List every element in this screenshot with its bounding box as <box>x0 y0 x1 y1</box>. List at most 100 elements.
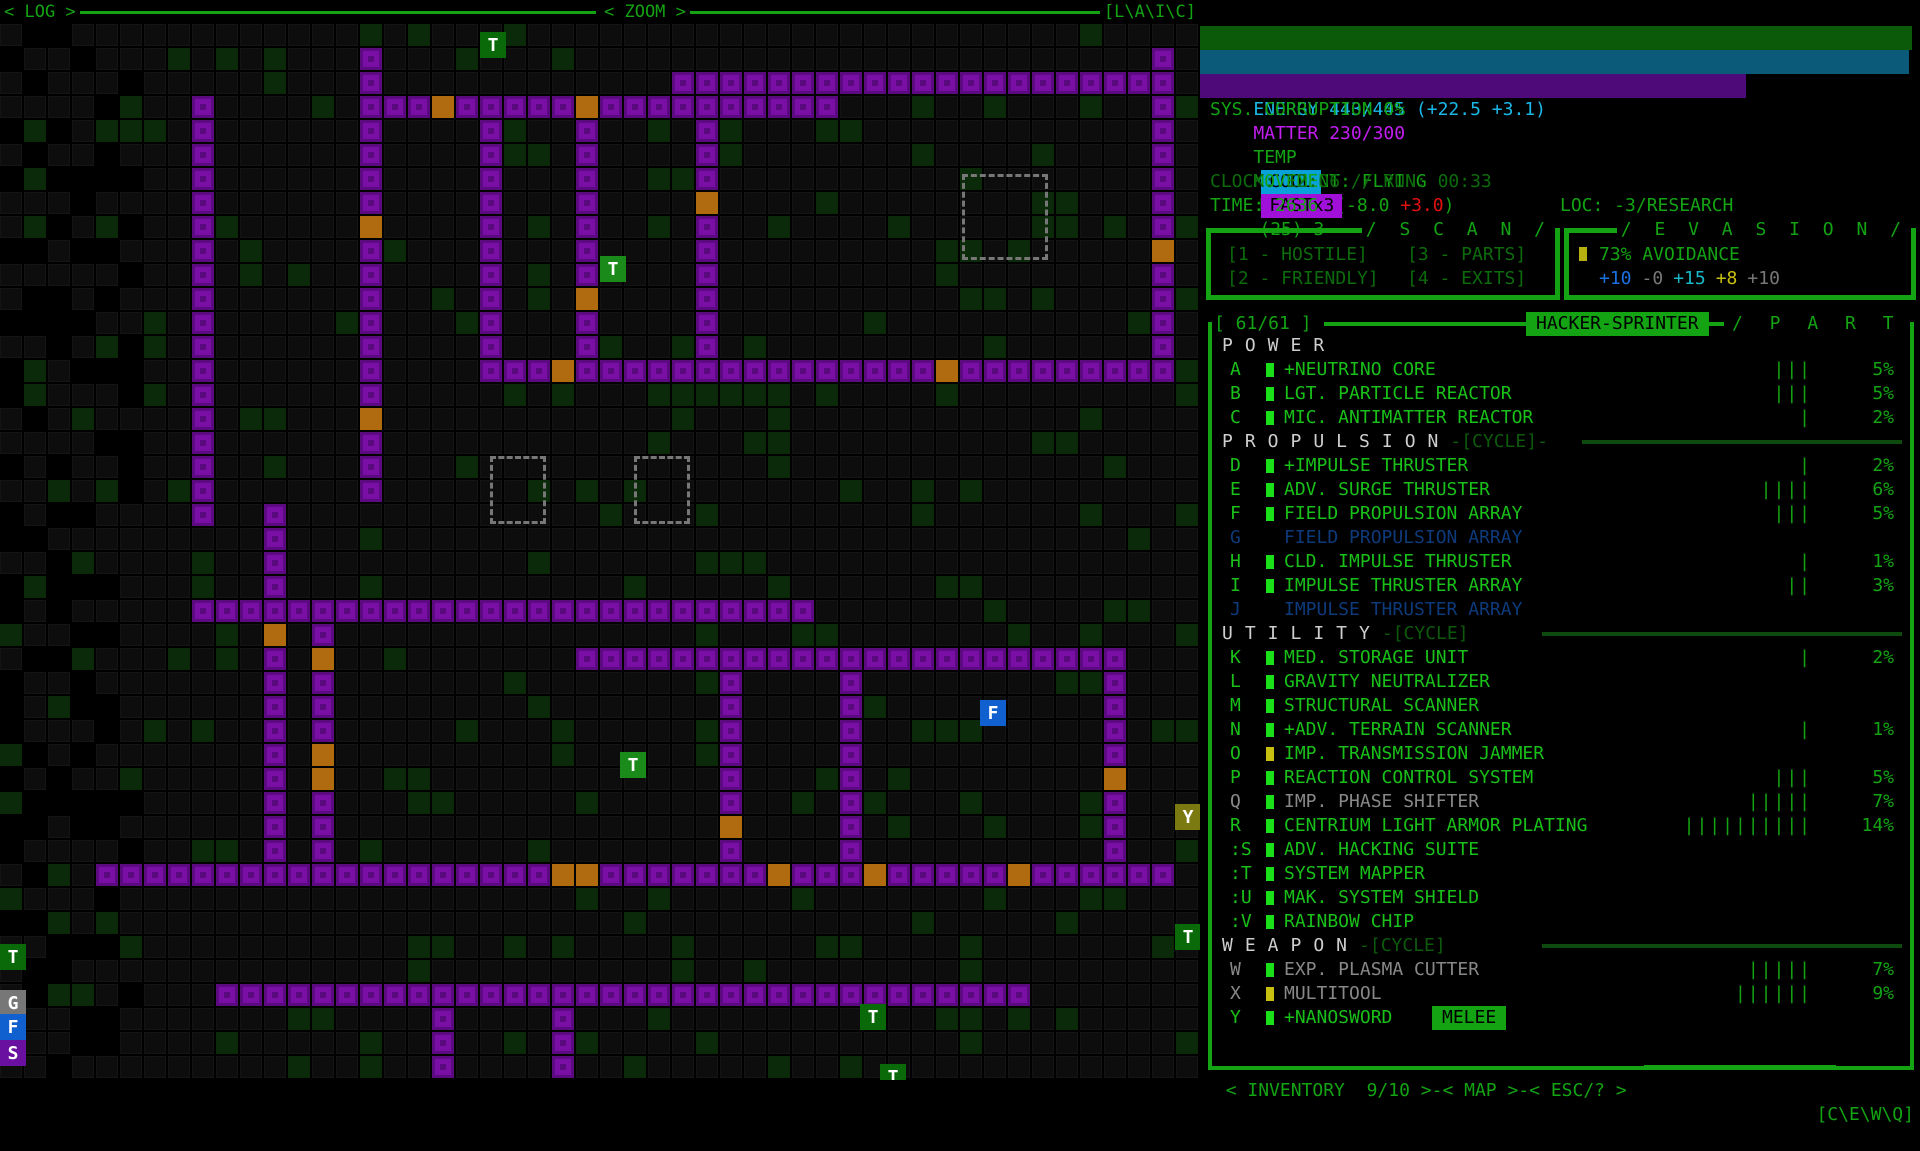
part-row[interactable]: C MIC. ANTIMATTER REACTOR | 2% <box>1222 406 1902 430</box>
parts-mode-selector[interactable]: [C\E\W\Q] <box>1816 1103 1914 1127</box>
map-marker[interactable]: T <box>620 752 646 778</box>
floor-tile <box>960 1032 982 1054</box>
map-grid[interactable]: TTTFYTTGFSTT <box>0 24 1200 1080</box>
map-marker[interactable]: F <box>0 1014 26 1040</box>
floor-tile <box>1128 1008 1150 1030</box>
wall-tile <box>192 120 214 142</box>
part-row[interactable]: P REACTION CONTROL SYSTEM ||| 5% <box>1222 766 1902 790</box>
floor-tile <box>432 48 454 70</box>
log-toggle[interactable]: < LOG > <box>4 2 76 22</box>
part-row[interactable]: :V RAINBOW CHIP <box>1222 910 1902 934</box>
part-row[interactable]: W EXP. PLASMA CUTTER ||||| 7% <box>1222 958 1902 982</box>
scan-parts-button[interactable]: [3 - PARTS] <box>1407 243 1526 267</box>
part-row[interactable]: N +ADV. TERRAIN SCANNER | 1% <box>1222 718 1902 742</box>
floor-tile <box>72 648 94 670</box>
floor-tile <box>480 552 502 574</box>
floor-tile <box>960 816 982 838</box>
map-button[interactable]: < MAP > <box>1442 1080 1518 1101</box>
part-row[interactable]: A +NEUTRINO CORE ||| 5% <box>1222 358 1902 382</box>
floor-tile <box>216 288 238 310</box>
floor-tile <box>888 624 910 646</box>
floor-tile <box>720 216 742 238</box>
floor-tile <box>936 288 958 310</box>
map-marker[interactable]: T <box>880 1064 906 1080</box>
floor-tile <box>120 408 142 430</box>
map-view[interactable]: < LOG > < ZOOM > [L\A\I\C] TTTFYTTGFSTT <box>0 0 1200 1080</box>
floor-tile <box>528 552 550 574</box>
wall-tile <box>1152 264 1174 286</box>
wall-tile <box>1104 840 1126 862</box>
floor-tile <box>432 960 454 982</box>
wall-tile <box>432 864 454 886</box>
floor-tile <box>168 720 190 742</box>
map-marker[interactable]: T <box>600 256 626 282</box>
part-row[interactable]: L GRAVITY NEUTRALIZER <box>1222 670 1902 694</box>
map-marker[interactable]: S <box>0 1040 26 1066</box>
cycle-button[interactable]: -[CYCLE] <box>1382 623 1469 644</box>
floor-tile <box>888 504 910 526</box>
map-marker[interactable]: Y <box>1175 804 1200 830</box>
part-slot-key: B <box>1230 383 1241 404</box>
map-marker[interactable]: G <box>0 990 26 1016</box>
zoom-toggle[interactable]: < ZOOM > <box>604 2 686 22</box>
floor-tile <box>384 888 406 910</box>
scan-friendly-button[interactable]: [2 - FRIENDLY] <box>1227 267 1379 291</box>
floor-tile <box>744 624 766 646</box>
floor-tile <box>816 888 838 910</box>
map-marker[interactable]: T <box>0 944 26 970</box>
part-row[interactable]: J IMPULSE THRUSTER ARRAY <box>1222 598 1902 622</box>
floor-tile <box>144 360 166 382</box>
part-row[interactable]: :U MAK. SYSTEM SHIELD <box>1222 886 1902 910</box>
map-marker[interactable]: T <box>860 1004 886 1030</box>
wall-tile <box>912 984 934 1006</box>
floor-tile <box>288 552 310 574</box>
part-row[interactable]: M STRUCTURAL SCANNER <box>1222 694 1902 718</box>
floor-tile <box>144 384 166 406</box>
part-row[interactable]: :T SYSTEM MAPPER <box>1222 862 1902 886</box>
part-row[interactable]: B LGT. PARTICLE REACTOR ||| 5% <box>1222 382 1902 406</box>
floor-tile <box>1056 264 1078 286</box>
part-row[interactable]: R CENTRIUM LIGHT ARMOR PLATING |||||||||| 1… <box>1222 814 1902 838</box>
floor-tile <box>48 192 70 214</box>
floor-tile <box>792 528 814 550</box>
part-row[interactable]: :S ADV. HACKING SUITE <box>1222 838 1902 862</box>
scan-exits-button[interactable]: [4 - EXITS] <box>1407 267 1526 291</box>
inventory-button[interactable]: < INVENTORY 9/10 > <box>1226 1080 1432 1101</box>
part-row[interactable]: H CLD. IMPULSE THRUSTER | 1% <box>1222 550 1902 574</box>
map-mode-selector[interactable]: [L\A\I\C] <box>1104 2 1196 22</box>
part-row[interactable]: F FIELD PROPULSION ARRAY ||| 5% <box>1222 502 1902 526</box>
map-marker[interactable]: T <box>480 32 506 58</box>
scan-hostile-button[interactable]: [1 - HOSTILE] <box>1227 243 1368 267</box>
floor-tile <box>768 456 790 478</box>
part-row[interactable]: O IMP. TRANSMISSION JAMMER <box>1222 742 1902 766</box>
wall-tile <box>480 984 502 1006</box>
floor-tile <box>888 336 910 358</box>
floor-tile <box>480 960 502 982</box>
part-row[interactable]: D +IMPULSE THRUSTER | 2% <box>1222 454 1902 478</box>
floor-tile <box>264 264 286 286</box>
wall-tile <box>1056 360 1078 382</box>
wall-tile <box>1080 648 1102 670</box>
wall-tile <box>528 984 550 1006</box>
floor-tile <box>888 912 910 934</box>
floor-tile <box>720 240 742 262</box>
floor-tile <box>576 528 598 550</box>
map-marker[interactable]: T <box>1175 924 1200 950</box>
part-row[interactable]: I IMPULSE THRUSTER ARRAY || 3% <box>1222 574 1902 598</box>
part-row[interactable]: K MED. STORAGE UNIT | 2% <box>1222 646 1902 670</box>
part-row[interactable]: Q IMP. PHASE SHIFTER ||||| 7% <box>1222 790 1902 814</box>
part-row[interactable]: X MULTITOOL |||||| 9% <box>1222 982 1902 1006</box>
part-row[interactable]: G FIELD PROPULSION ARRAY <box>1222 526 1902 550</box>
cycle-button[interactable]: -[CYCLE]- <box>1450 431 1548 452</box>
part-name: +ADV. TERRAIN SCANNER <box>1284 719 1512 740</box>
help-button[interactable]: < ESC/? > <box>1529 1080 1627 1101</box>
wall-tile <box>264 576 286 598</box>
part-row[interactable]: E ADV. SURGE THRUSTER |||| 6% <box>1222 478 1902 502</box>
part-row[interactable]: Y +NANOSWORD MELEE <box>1222 1006 1902 1030</box>
door-tile <box>1152 240 1174 262</box>
wall-tile <box>936 864 958 886</box>
floor-tile <box>888 552 910 574</box>
map-marker[interactable]: F <box>980 700 1006 726</box>
floor-tile <box>336 72 358 94</box>
cycle-button[interactable]: -[CYCLE] <box>1359 935 1446 956</box>
